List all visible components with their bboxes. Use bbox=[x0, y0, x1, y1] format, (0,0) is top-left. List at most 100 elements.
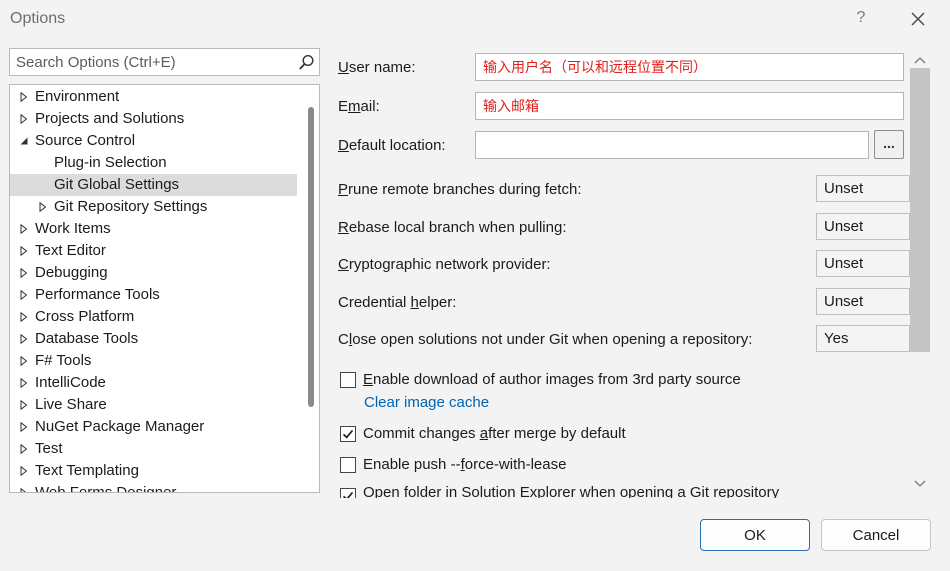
default-location-field[interactable] bbox=[475, 131, 869, 159]
scroll-down-icon[interactable] bbox=[914, 480, 926, 488]
tree-item-label: Git Global Settings bbox=[54, 176, 180, 193]
collapsed-arrow-icon[interactable] bbox=[19, 466, 29, 476]
collapsed-arrow-icon[interactable] bbox=[19, 290, 29, 300]
help-button[interactable]: ? bbox=[852, 9, 870, 29]
collapsed-arrow-icon[interactable] bbox=[19, 92, 29, 102]
dropdown-label: Rebase local branch when pulling: bbox=[338, 219, 567, 236]
tree-item[interactable]: Text Templating bbox=[10, 460, 297, 482]
tree-item[interactable]: Projects and Solutions bbox=[10, 108, 297, 130]
close-button[interactable] bbox=[905, 6, 931, 32]
tree-item[interactable]: Cross Platform bbox=[10, 306, 297, 328]
window-title: Options bbox=[10, 10, 66, 27]
tree-item[interactable]: Debugging bbox=[10, 262, 297, 284]
tree-item[interactable]: Test bbox=[10, 438, 297, 460]
commit-after-merge-checkbox[interactable] bbox=[340, 426, 356, 442]
clear-image-cache-link[interactable]: Clear image cache bbox=[364, 394, 489, 411]
tree-item-label: Projects and Solutions bbox=[35, 110, 185, 127]
tree-item-label: Debugging bbox=[35, 264, 108, 281]
user-name-field[interactable]: 输入用户名（可以和远程位置不同） bbox=[475, 53, 904, 81]
email-label: Email: bbox=[338, 98, 380, 115]
tree-item-label: Cross Platform bbox=[35, 308, 135, 325]
tree-item[interactable]: Source Control bbox=[10, 130, 297, 152]
tree-item-label: Live Share bbox=[35, 396, 107, 413]
tree-item[interactable]: Text Editor bbox=[10, 240, 297, 262]
title-bar: Options ? bbox=[0, 0, 950, 38]
settings-scrollbar[interactable] bbox=[910, 50, 930, 498]
collapsed-arrow-icon[interactable] bbox=[19, 488, 29, 493]
open-folder-label: Open folder in Solution Explorer when op… bbox=[363, 484, 780, 498]
checkmark-icon bbox=[342, 491, 354, 498]
tree-item[interactable]: IntelliCode bbox=[10, 372, 297, 394]
collapsed-arrow-icon[interactable] bbox=[19, 114, 29, 124]
enable-author-images-label: Enable download of author images from 3r… bbox=[363, 371, 741, 388]
dropdown-select[interactable]: Yes bbox=[816, 325, 910, 352]
settings-scrollbar-thumb[interactable] bbox=[910, 68, 930, 352]
push-force-with-lease-checkbox[interactable] bbox=[340, 457, 356, 473]
tree-item-label: Work Items bbox=[35, 220, 111, 237]
tree-item-label: F# Tools bbox=[35, 352, 92, 369]
tree-item-label: Web Forms Designer bbox=[35, 484, 177, 493]
collapsed-arrow-icon[interactable] bbox=[19, 312, 29, 322]
tree-item-label: Text Editor bbox=[35, 242, 106, 259]
tree-item[interactable]: Git Repository Settings bbox=[10, 196, 297, 218]
push-force-with-lease-label: Enable push --force-with-lease bbox=[363, 456, 567, 473]
ok-button[interactable]: OK bbox=[700, 519, 810, 551]
collapsed-arrow-icon[interactable] bbox=[19, 444, 29, 454]
tree-item[interactable]: Database Tools bbox=[10, 328, 297, 350]
tree-item-label: Git Repository Settings bbox=[54, 198, 208, 215]
collapsed-arrow-icon[interactable] bbox=[19, 334, 29, 344]
close-icon bbox=[911, 12, 925, 26]
dropdown-label: Credential helper: bbox=[338, 294, 457, 311]
collapsed-arrow-icon[interactable] bbox=[38, 202, 48, 212]
collapsed-arrow-icon[interactable] bbox=[19, 400, 29, 410]
tree-item-label: Performance Tools bbox=[35, 286, 160, 303]
dropdown-label: Close open solutions not under Git when … bbox=[338, 331, 753, 348]
tree-item-label: IntelliCode bbox=[35, 374, 106, 391]
dropdown-label: Prune remote branches during fetch: bbox=[338, 181, 582, 198]
tree-item-label: Text Templating bbox=[35, 462, 139, 479]
checkmark-icon bbox=[342, 429, 354, 439]
tree-item[interactable]: Work Items bbox=[10, 218, 297, 240]
user-name-label: User name: bbox=[338, 59, 416, 76]
dropdown-select[interactable]: Unset bbox=[816, 175, 910, 202]
tree-item[interactable]: F# Tools bbox=[10, 350, 297, 372]
tree-item[interactable]: Live Share bbox=[10, 394, 297, 416]
tree-item-label: Environment bbox=[35, 88, 120, 105]
collapsed-arrow-icon[interactable] bbox=[19, 246, 29, 256]
tree-scrollbar[interactable] bbox=[303, 85, 319, 492]
collapsed-arrow-icon[interactable] bbox=[19, 356, 29, 366]
collapsed-arrow-icon[interactable] bbox=[19, 422, 29, 432]
open-folder-checkbox[interactable] bbox=[340, 488, 356, 498]
dropdown-select[interactable]: Unset bbox=[816, 288, 910, 315]
tree-scrollbar-thumb[interactable] bbox=[308, 107, 314, 407]
tree-item-label: Source Control bbox=[35, 132, 136, 149]
tree-item-label: Database Tools bbox=[35, 330, 139, 347]
collapsed-arrow-icon[interactable] bbox=[19, 378, 29, 388]
options-tree: Environment Projects and Solutions Source … bbox=[9, 84, 320, 493]
tree-item[interactable]: Performance Tools bbox=[10, 284, 297, 306]
dropdown-select[interactable]: Unset bbox=[816, 213, 910, 240]
open-folder-row: Open folder in Solution Explorer when op… bbox=[338, 482, 898, 498]
enable-author-images-checkbox[interactable] bbox=[340, 372, 356, 388]
tree-item[interactable]: NuGet Package Manager bbox=[10, 416, 297, 438]
tree-item[interactable]: Environment bbox=[10, 86, 297, 108]
search-input[interactable] bbox=[10, 49, 290, 75]
tree-item-label: Plug-in Selection bbox=[54, 154, 167, 171]
scroll-up-icon[interactable] bbox=[914, 56, 926, 64]
tree-item[interactable]: Git Global Settings bbox=[10, 174, 297, 196]
tree-item-label: Test bbox=[35, 440, 63, 457]
dropdown-select[interactable]: Unset bbox=[816, 250, 910, 277]
tree-item-label: NuGet Package Manager bbox=[35, 418, 205, 435]
email-field[interactable]: 输入邮箱 bbox=[475, 92, 904, 120]
collapsed-arrow-icon[interactable] bbox=[19, 224, 29, 234]
tree-item[interactable]: Plug-in Selection bbox=[10, 152, 297, 174]
tree-item[interactable]: Web Forms Designer bbox=[10, 482, 297, 493]
collapsed-arrow-icon[interactable] bbox=[19, 268, 29, 278]
dropdown-label: Cryptographic network provider: bbox=[338, 256, 551, 273]
browse-button[interactable]: ... bbox=[874, 130, 904, 159]
search-icon[interactable] bbox=[298, 54, 315, 71]
search-box bbox=[9, 48, 320, 76]
cancel-button[interactable]: Cancel bbox=[821, 519, 931, 551]
commit-after-merge-label: Commit changes after merge by default bbox=[363, 425, 626, 442]
expanded-arrow-icon[interactable] bbox=[19, 136, 29, 146]
